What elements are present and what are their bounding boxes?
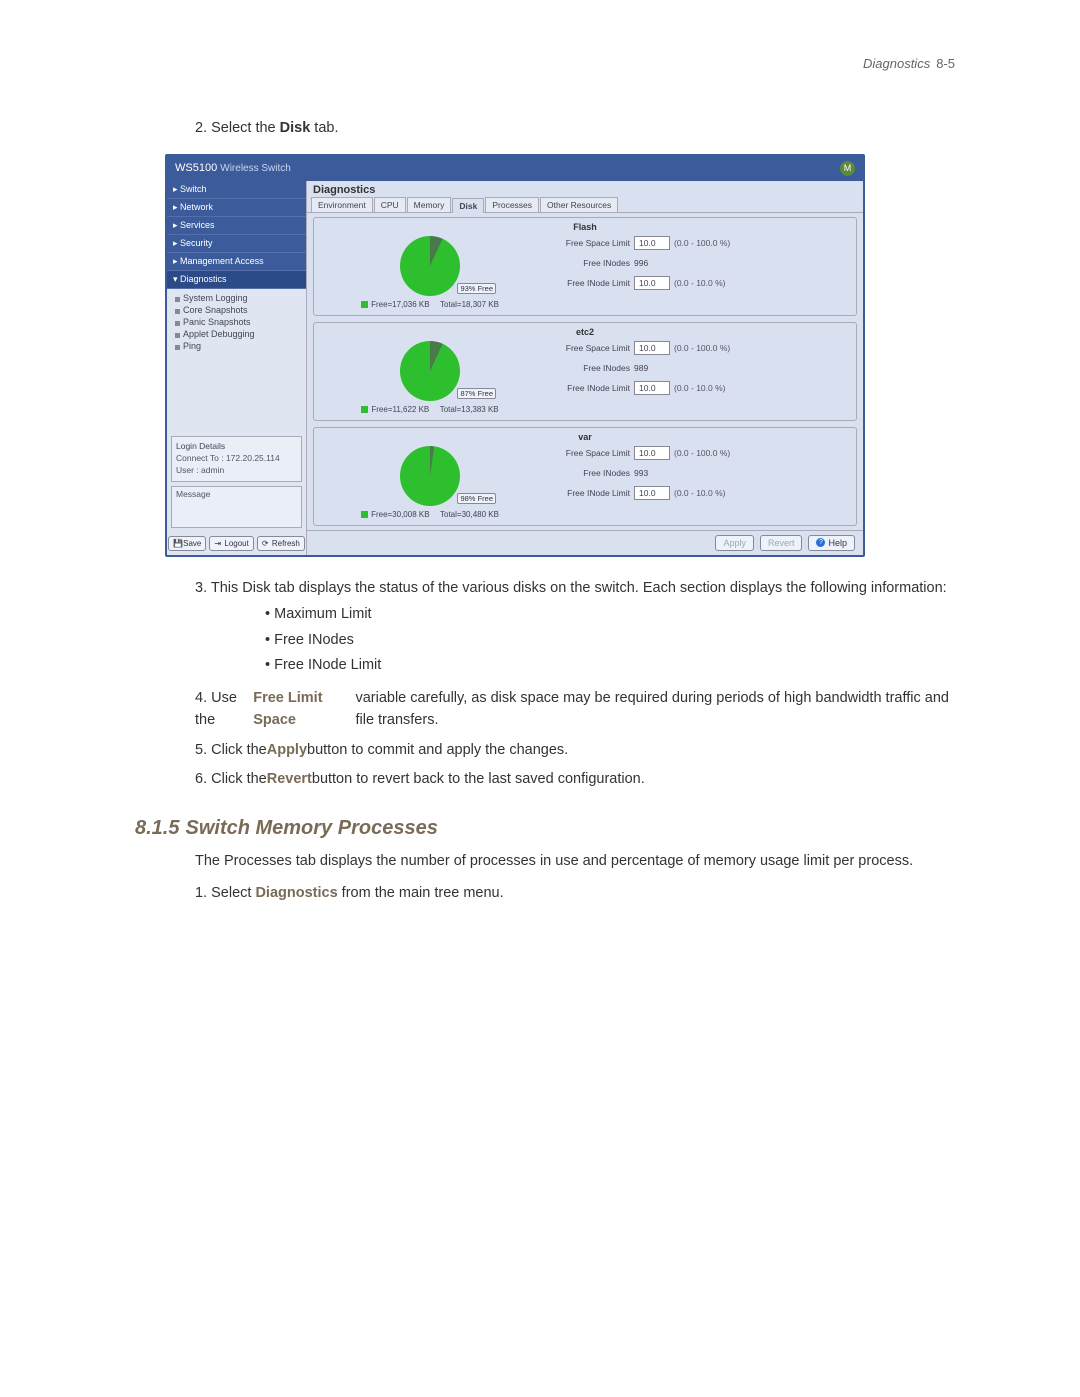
free-inode-limit-input-flash[interactable]: 10.0 [634,276,670,290]
revert-button[interactable]: Revert [760,535,803,551]
step-5: 5. Click the Apply button to commit and … [195,739,955,761]
free-space-input-etc2[interactable]: 10.0 [634,341,670,355]
nav-network[interactable]: ▸ Network [167,199,306,217]
disk-section-flash: Flash 93% Free Free=17,036 KB Total=18,3… [313,217,857,316]
save-button[interactable]: 💾Save [168,536,206,551]
nav-services[interactable]: ▸ Services [167,217,306,235]
tab-environment[interactable]: Environment [311,197,373,212]
field-free-inodes-flash: Free INodes 996 [548,258,850,268]
subnav-syslog[interactable]: System Logging [173,292,304,304]
logout-button[interactable]: ⇥Logout [209,536,253,551]
login-details: Login Details Connect To : 172.20.25.114… [171,436,302,482]
tab-memory[interactable]: Memory [407,197,452,212]
refresh-button[interactable]: ⟳Refresh [257,536,305,551]
bullet-max-limit: • Maximum Limit [265,603,955,625]
section-body: The Processes tab displays the number of… [195,850,955,905]
nav-security[interactable]: ▸ Security [167,235,306,253]
subnav-ping[interactable]: Ping [173,340,304,352]
logout-icon: ⇥ [214,539,222,547]
tab-strip: Environment CPU Memory Disk Processes Ot… [307,197,863,213]
sidebar: ▸ Switch ▸ Network ▸ Services ▸ Security… [167,181,307,555]
pie-legend-flash: Free=17,036 KB Total=18,307 KB [361,300,499,309]
subnav-core[interactable]: Core Snapshots [173,304,304,316]
message-box: Message [171,486,302,528]
app-title: WS5100 [175,162,217,174]
pie-chart-etc2 [400,341,460,401]
tab-cpu[interactable]: CPU [374,197,406,212]
header-page: 8-5 [936,56,955,71]
subnav-applet[interactable]: Applet Debugging [173,328,304,340]
app-titlebar: WS5100 Wireless Switch M [167,156,863,181]
field-free-space-var: Free Space Limit 10.0 (0.0 - 100.0 %) [548,446,850,460]
disk-section-etc2: etc2 87% Free Free=11,622 KB Total=13,38… [313,322,857,421]
field-free-inode-limit-etc2: Free INode Limit 10.0 (0.0 - 10.0 %) [548,381,850,395]
section-title-etc2: etc2 [320,327,850,337]
pie-chart-var [400,446,460,506]
pie-chart-flash [400,236,460,296]
step-6: 6. Click the Revert button to revert bac… [195,768,955,790]
section-title-flash: Flash [320,222,850,232]
bullet-free-inodes: • Free INodes [265,629,955,651]
main-title: Diagnostics [307,181,863,197]
help-button[interactable]: ?Help [808,535,855,551]
pie-legend-var: Free=30,008 KB Total=30,480 KB [361,510,499,519]
subnav-panic[interactable]: Panic Snapshots [173,316,304,328]
pie-badge-flash: 93% Free [457,283,496,294]
tab-disk[interactable]: Disk [452,198,484,213]
apply-button[interactable]: Apply [715,535,754,551]
nav-switch[interactable]: ▸ Switch [167,181,306,199]
pie-badge-var: 98% Free [457,493,496,504]
step-2: 2. Select the Disk tab. [195,118,955,140]
free-space-input-flash[interactable]: 10.0 [634,236,670,250]
field-free-inodes-etc2: Free INodes 989 [548,363,850,373]
field-free-inode-limit-flash: Free INode Limit 10.0 (0.0 - 10.0 %) [548,276,850,290]
refresh-icon: ⟳ [262,539,270,547]
disk-section-var: var 98% Free Free=30,008 KB Total=30,480… [313,427,857,526]
nav-mgmt[interactable]: ▸ Management Access [167,253,306,271]
bullet-free-inode-limit: • Free INode Limit [265,654,955,676]
section-title-var: var [320,432,850,442]
tab-other[interactable]: Other Resources [540,197,618,212]
main-panel: Diagnostics Environment CPU Memory Disk … [307,181,863,555]
pie-legend-etc2: Free=11,622 KB Total=13,383 KB [361,405,498,414]
header-section: Diagnostics [863,56,930,71]
help-icon: ? [816,538,825,547]
field-free-space-etc2: Free Space Limit 10.0 (0.0 - 100.0 %) [548,341,850,355]
step-4: 4. Use the Free Limit Space variable car… [195,687,955,732]
save-icon: 💾 [173,539,181,547]
free-space-input-var[interactable]: 10.0 [634,446,670,460]
free-inode-limit-input-var[interactable]: 10.0 [634,486,670,500]
section-step-1: 1. Select Diagnostics from the main tree… [195,882,955,904]
swatch-icon [361,406,368,413]
field-free-inodes-var: Free INodes 993 [548,468,850,478]
pie-badge-etc2: 87% Free [457,388,496,399]
step-3: 3. This Disk tab displays the status of … [195,577,955,599]
field-free-inode-limit-var: Free INode Limit 10.0 (0.0 - 10.0 %) [548,486,850,500]
app-screenshot: WS5100 Wireless Switch M ▸ Switch ▸ Netw… [165,154,865,557]
footer-bar: Apply Revert ?Help [307,530,863,555]
section-desc: The Processes tab displays the number of… [195,850,955,872]
app-subtitle: Wireless Switch [220,163,291,174]
tab-processes[interactable]: Processes [485,197,539,212]
swatch-icon [361,511,368,518]
section-heading: 8.1.5Switch Memory Processes [135,817,955,840]
brand-icon: M [840,161,855,176]
subnav: System Logging Core Snapshots Panic Snap… [167,289,306,356]
field-free-space-flash: Free Space Limit 10.0 (0.0 - 100.0 %) [548,236,850,250]
free-inode-limit-input-etc2[interactable]: 10.0 [634,381,670,395]
page-header: Diagnostics 8-5 [863,56,955,71]
swatch-icon [361,301,368,308]
nav-diagnostics[interactable]: ▾ Diagnostics [167,271,306,289]
